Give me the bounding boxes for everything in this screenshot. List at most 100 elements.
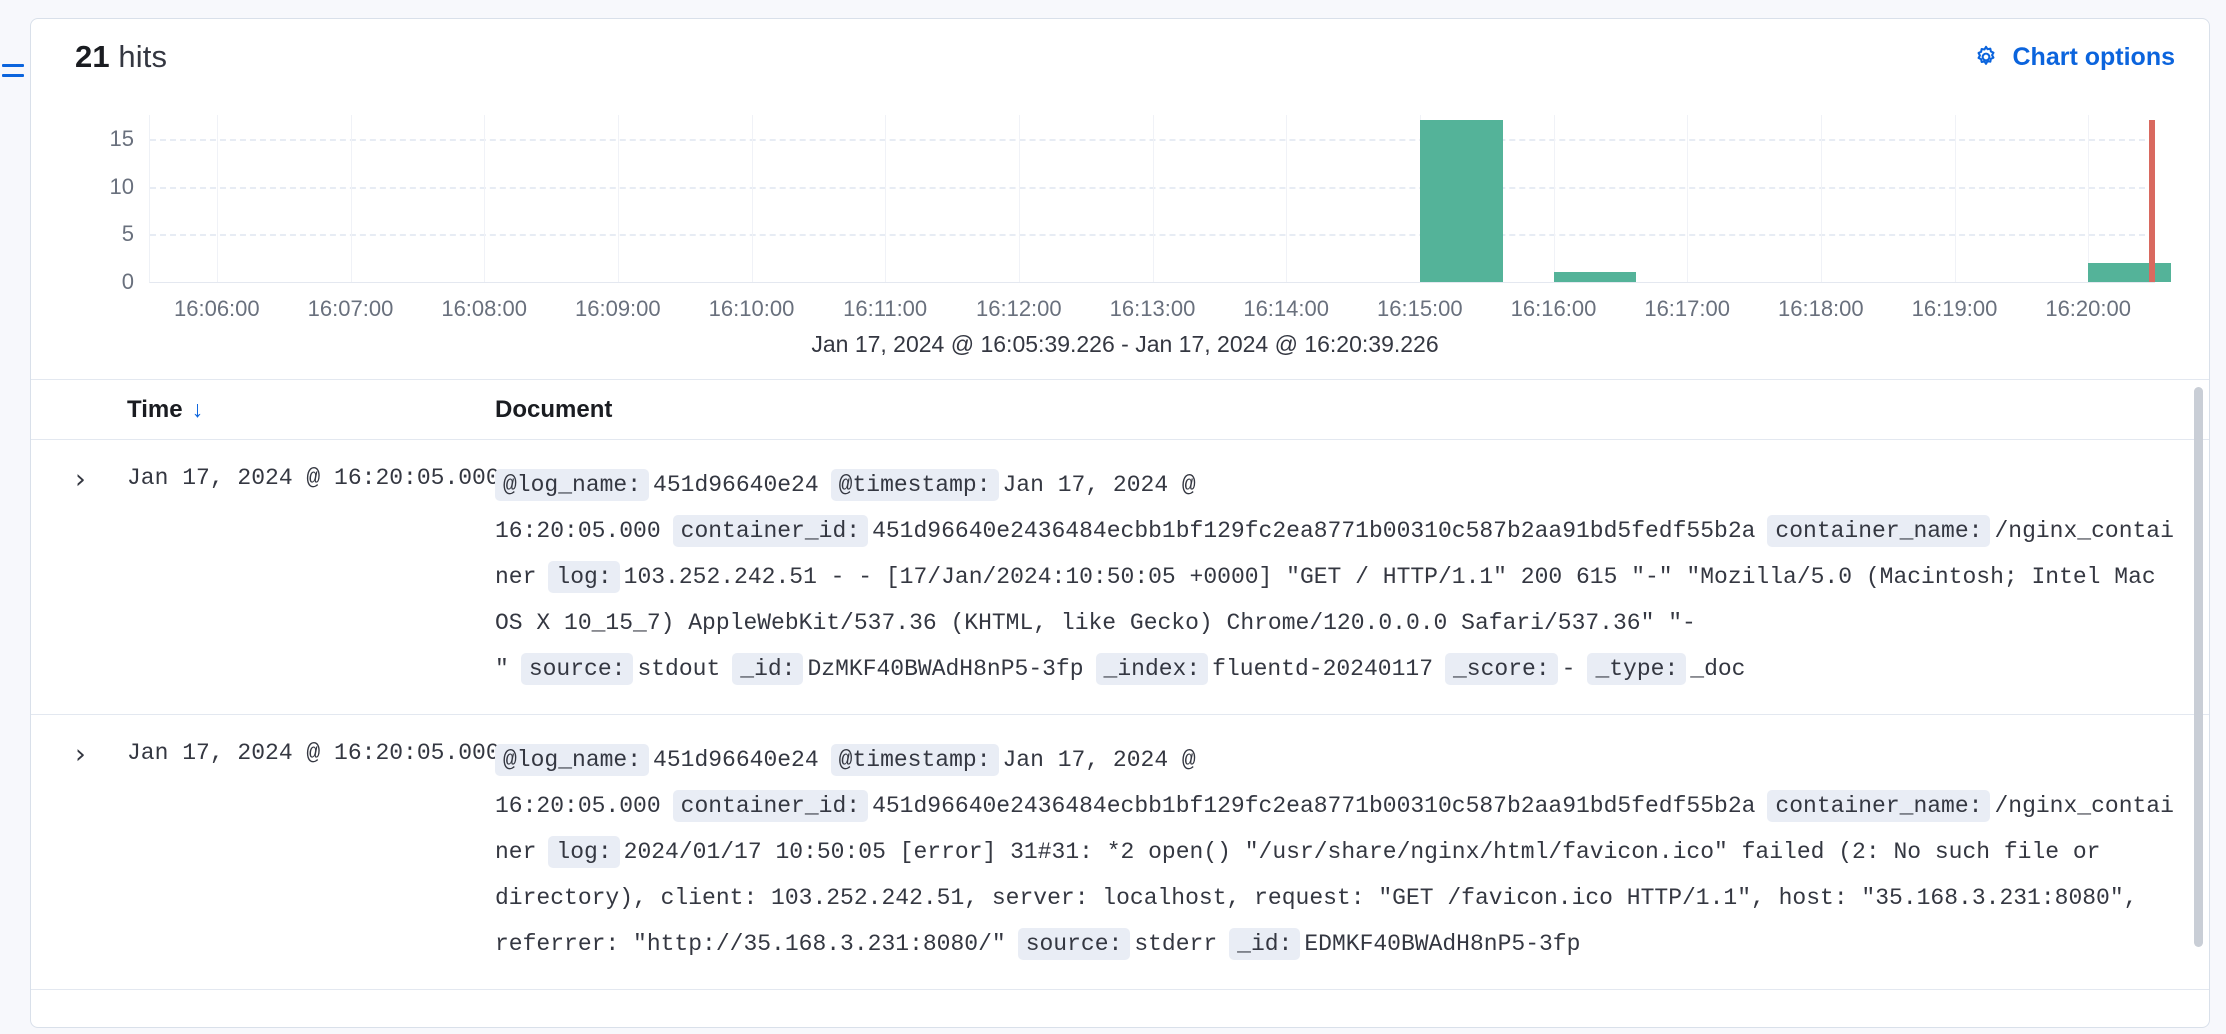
discover-page: 21 hits Chart options 0 5 10 15 16:06:00 16:0… bbox=[0, 0, 2226, 1034]
table-scrollbar[interactable] bbox=[2194, 387, 2203, 1021]
histogram-bar[interactable] bbox=[1553, 272, 1637, 282]
document-field-name[interactable]: container_name: bbox=[1767, 790, 1991, 822]
x-axis-tick-label: 16:15:00 bbox=[1377, 296, 1463, 321]
x-gridline bbox=[1820, 115, 1822, 282]
document-field-name[interactable]: _id: bbox=[1229, 928, 1301, 960]
x-axis-tick-label: 16:16:00 bbox=[1510, 296, 1597, 321]
expand-cell: › bbox=[75, 462, 127, 692]
chart-options-label: Chart options bbox=[2012, 42, 2176, 71]
expand-cell: › bbox=[75, 737, 127, 967]
document-field-name[interactable]: source: bbox=[1017, 928, 1131, 960]
document-field-value: _doc bbox=[1690, 656, 1746, 682]
collapsed-sidebar-toggle[interactable] bbox=[0, 40, 28, 100]
histogram-chart[interactable]: 0 5 10 15 16:06:00 16:07:00 16:08:00 16:09:00 16… bbox=[75, 95, 2175, 357]
document-field-value: 451d96640e2436484ecbb1bf129fc2ea8771b003… bbox=[872, 518, 1756, 544]
document-field-name[interactable]: @timestamp: bbox=[830, 469, 999, 501]
column-header-document-label: Document bbox=[495, 395, 613, 423]
x-axis-tick-label: 16:14:00 bbox=[1243, 296, 1329, 321]
x-gridline bbox=[751, 115, 753, 282]
document-field-value: DzMKF40BWAdH8nP5-3fp bbox=[807, 656, 1084, 682]
chart-options-button[interactable]: Chart options bbox=[1973, 42, 2176, 72]
x-gridline bbox=[1553, 115, 1555, 282]
document-field-name[interactable]: _score: bbox=[1445, 653, 1558, 685]
document-field-name[interactable]: @log_name: bbox=[495, 744, 650, 776]
x-gridline bbox=[1687, 115, 1689, 282]
column-header-document: Document bbox=[495, 396, 612, 424]
document-field-name[interactable]: @timestamp: bbox=[830, 744, 999, 776]
document-field-name[interactable]: log: bbox=[548, 836, 620, 868]
gear-icon bbox=[1976, 45, 1995, 65]
cell-document: @log_name: 451d96640e24 @timestamp: Jan 17,… bbox=[495, 737, 2175, 967]
hits-count: 21 bbox=[75, 39, 110, 74]
x-gridline bbox=[1152, 115, 1154, 282]
document-field-value: EDMKF40BWAdH8nP5-3fp bbox=[1304, 931, 1581, 957]
results-panel: 21 hits Chart options 0 5 10 15 16:06:00 16:0… bbox=[30, 18, 2210, 1028]
document-field-name[interactable]: container_id: bbox=[672, 515, 869, 547]
sort-descending-icon[interactable]: ↓ bbox=[192, 398, 204, 421]
x-axis-tick-label: 16:06:00 bbox=[174, 296, 260, 321]
cell-document: @log_name: 451d96640e24 @timestamp: Jan 17,… bbox=[495, 462, 2175, 692]
chart-time-range-caption: Jan 17, 2024 @ 16:05:39.226 - Jan 17, 20… bbox=[811, 331, 1439, 357]
current-time-marker[interactable] bbox=[2149, 119, 2155, 282]
document-field-name[interactable]: @log_name: bbox=[495, 469, 650, 501]
table-scrollbar-thumb[interactable] bbox=[2194, 387, 2203, 947]
histogram-bar[interactable] bbox=[2088, 262, 2172, 282]
x-axis-tick-label: 16:10:00 bbox=[708, 296, 795, 321]
x-axis-tick-label: 16:13:00 bbox=[1109, 296, 1196, 321]
document-field-name[interactable]: _index: bbox=[1095, 653, 1209, 685]
cell-time: Jan 17, 2024 @ 16:20:05.000 bbox=[127, 740, 500, 766]
chevron-right-icon[interactable]: › bbox=[75, 466, 86, 493]
x-gridline bbox=[1286, 115, 1288, 282]
document-field-name[interactable]: container_id: bbox=[672, 790, 869, 822]
y-axis-tick-label: 10 bbox=[109, 173, 134, 199]
x-axis-tick-label: 16:18:00 bbox=[1778, 296, 1864, 321]
x-gridline bbox=[1954, 115, 1956, 282]
hits-label: hits bbox=[118, 39, 168, 74]
document-field-value: 451d96640e24 bbox=[653, 472, 819, 498]
document-field-name[interactable]: _type: bbox=[1587, 653, 1687, 685]
chart-plot-area: 0 5 10 15 16:06:00 16:07:00 16:08:00 16:09:00 16… bbox=[110, 115, 2172, 321]
table-row[interactable]: › Jan 17, 2024 @ 16:20:05.000 @log_name: 45… bbox=[31, 715, 2209, 990]
x-axis-tick-label: 16:08:00 bbox=[441, 296, 527, 321]
panel-header: 21 hits Chart options bbox=[31, 19, 2209, 95]
x-gridline bbox=[1018, 115, 1020, 282]
x-gridline bbox=[216, 115, 218, 282]
document-field-name[interactable]: log: bbox=[548, 561, 620, 593]
x-axis-tick-label: 16:19:00 bbox=[1911, 296, 1998, 321]
y-axis-tick-label: 15 bbox=[109, 125, 134, 151]
chevron-right-icon[interactable]: › bbox=[75, 741, 86, 768]
x-gridline bbox=[885, 115, 887, 282]
x-axis-tick-label: 16:07:00 bbox=[307, 296, 394, 321]
x-axis-tick-label: 16:09:00 bbox=[575, 296, 661, 321]
x-axis-tick-label: 16:11:00 bbox=[843, 296, 928, 321]
document-field-value: 451d96640e2436484ecbb1bf129fc2ea8771b003… bbox=[872, 793, 1756, 819]
menu-line bbox=[2, 73, 24, 77]
cell-time: Jan 17, 2024 @ 16:20:05.000 bbox=[127, 465, 500, 491]
table-row[interactable]: › Jan 17, 2024 @ 16:20:05.000 @log_name: 45… bbox=[31, 440, 2209, 715]
y-axis-tick-label: 5 bbox=[121, 221, 134, 247]
histogram-bar[interactable] bbox=[1419, 119, 1503, 282]
x-gridline bbox=[484, 115, 486, 282]
document-field-value: stderr bbox=[1134, 931, 1218, 957]
document-field-name[interactable]: container_name: bbox=[1767, 515, 1991, 547]
menu-line bbox=[2, 63, 24, 67]
hits-summary: 21 hits bbox=[75, 39, 167, 75]
document-field-value: fluentd-20240117 bbox=[1212, 656, 1433, 682]
documents-table: Time ↓ Document › Jan 17, 2024 @ 16:20:05… bbox=[31, 379, 2209, 1027]
y-axis-tick-label: 0 bbox=[121, 269, 134, 294]
column-header-time[interactable]: Time ↓ bbox=[75, 396, 495, 424]
x-gridline bbox=[2088, 115, 2090, 282]
x-gridline bbox=[350, 115, 352, 282]
document-field-value: 451d96640e24 bbox=[653, 747, 819, 773]
column-header-time-label: Time bbox=[127, 395, 183, 423]
document-field-name[interactable]: _id: bbox=[732, 653, 804, 685]
table-header-row: Time ↓ Document bbox=[31, 380, 2209, 440]
document-field-value: stdout bbox=[637, 656, 721, 682]
document-field-value: - bbox=[1561, 656, 1576, 682]
x-axis-tick-label: 16:20:00 bbox=[2045, 296, 2131, 321]
x-gridline bbox=[617, 115, 619, 282]
table-body: › Jan 17, 2024 @ 16:20:05.000 @log_name: 45… bbox=[31, 440, 2209, 990]
plot-canvas: 0 5 10 15 16:06:00 16:07:00 16:08:00 16:09:00 16… bbox=[110, 115, 2172, 321]
x-axis-tick-label: 16:17:00 bbox=[1644, 296, 1730, 321]
document-field-name[interactable]: source: bbox=[520, 653, 634, 685]
